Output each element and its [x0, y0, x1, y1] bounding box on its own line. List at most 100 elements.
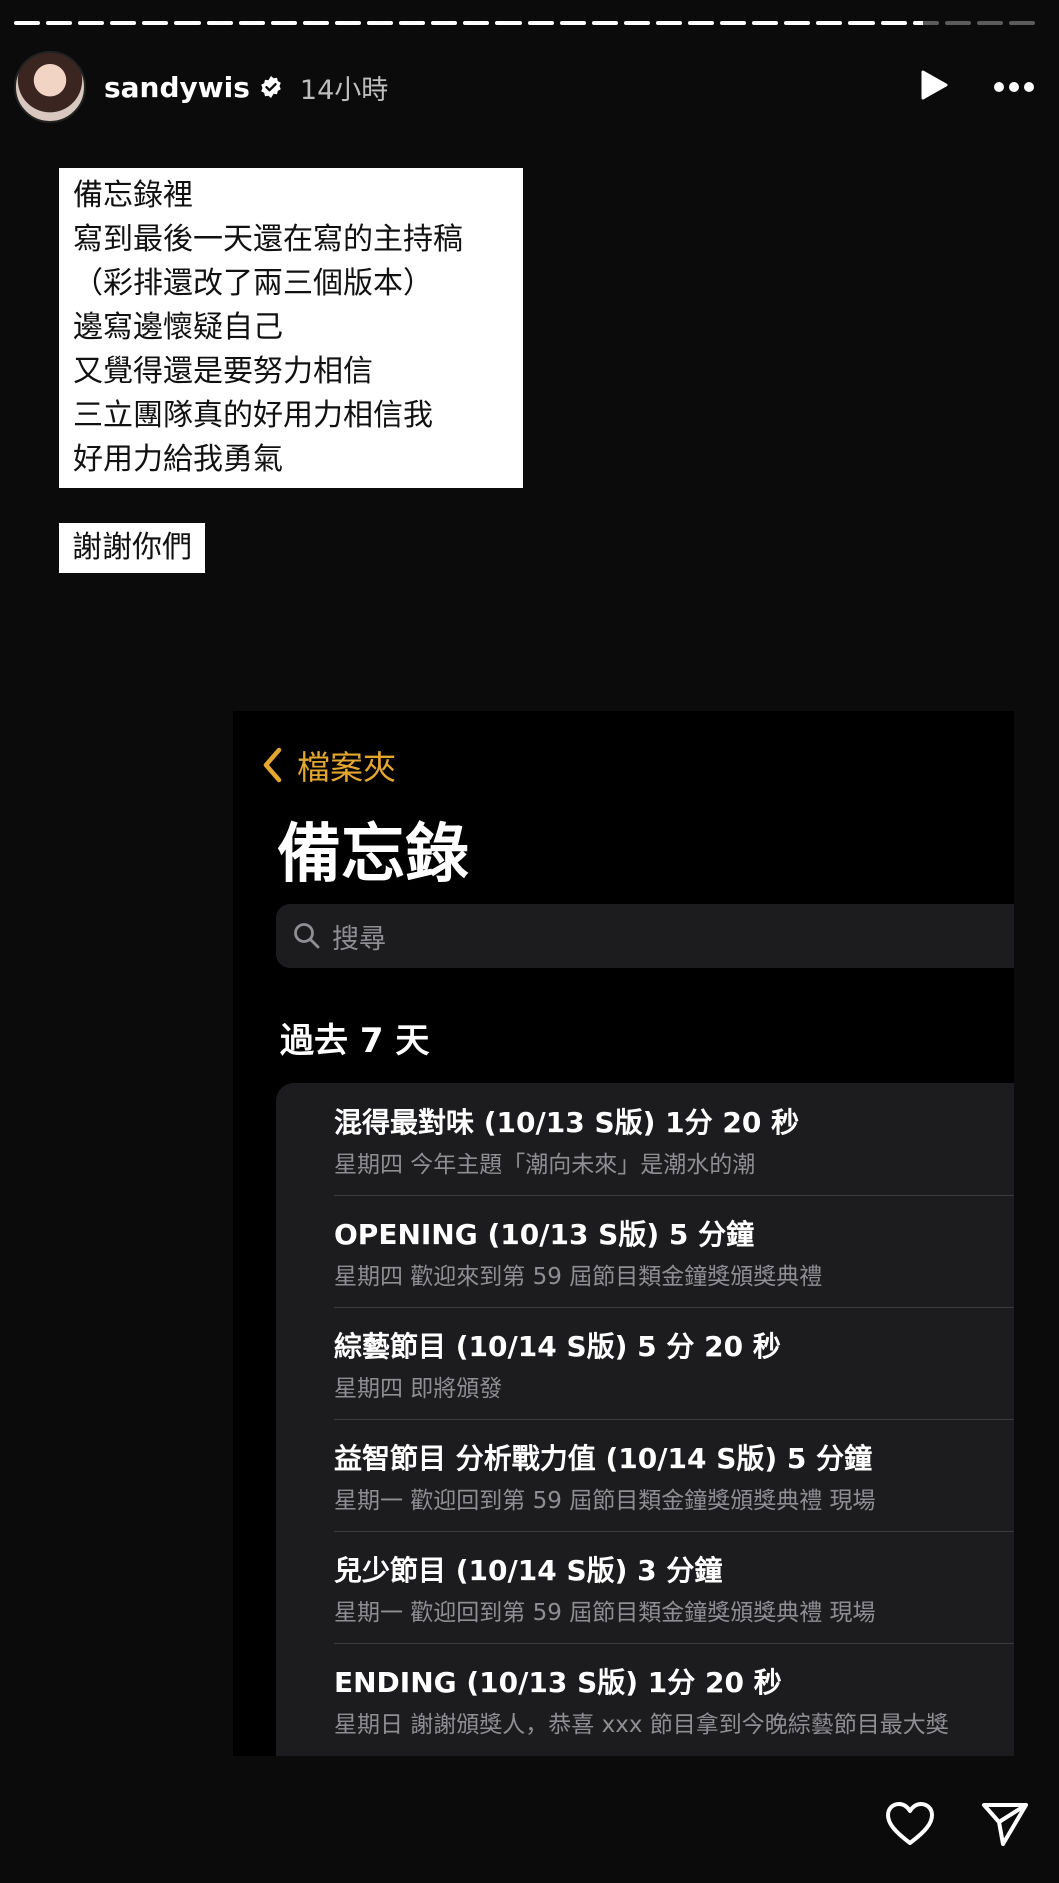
progress-fill	[495, 21, 522, 25]
progress-fill	[463, 21, 490, 25]
caption-line: 邊寫邊懷疑自己	[73, 310, 283, 345]
progress-fill	[302, 21, 329, 25]
progress-fill	[720, 21, 747, 25]
progress-segment	[334, 21, 362, 25]
progress-segment	[527, 21, 554, 25]
note-title: 混得最對味 (10/13 S版) 1分 20 秒	[334, 1106, 800, 1139]
progress-segment	[367, 21, 394, 25]
username[interactable]: sandywis	[104, 71, 250, 104]
progress-segment	[270, 21, 297, 25]
progress-segment	[142, 21, 169, 25]
more-icon[interactable]	[993, 78, 1035, 97]
send-icon[interactable]	[981, 1801, 1029, 1851]
story-header: sandywis 14小時	[14, 51, 1035, 123]
note-subtitle: 星期一 歡迎回到第 59 屆節目類金鐘獎頒獎典禮 現場	[334, 1600, 876, 1626]
progress-fill	[816, 21, 843, 25]
note-title: ENDING (10/13 S版) 1分 20 秒	[334, 1666, 782, 1699]
post-time: 14小時	[299, 74, 389, 106]
page-title: 備忘錄	[277, 818, 469, 892]
progress-segment	[912, 21, 939, 25]
progress-fill	[174, 21, 201, 25]
list-item[interactable]: ENDING (10/13 S版) 1分 20 秒 星期日 謝謝頒獎人，恭喜 x…	[334, 1643, 1014, 1755]
progress-segment	[174, 21, 201, 25]
progress-segment	[880, 21, 907, 25]
note-subtitle: 星期一 歡迎回到第 59 屆節目類金鐘獎頒獎典禮 現場	[334, 1488, 876, 1514]
note-title: 綜藝節目 (10/14 S版) 5 分 20 秒	[334, 1330, 781, 1363]
caption-line: 三立團隊真的好用力相信我	[73, 398, 433, 433]
progress-fill	[880, 21, 907, 25]
note-subtitle: 星期日 謝謝頒獎人，恭喜 xxx 節目拿到今晚綜藝節目最大獎	[334, 1712, 949, 1738]
progress-fill	[591, 21, 618, 25]
note-subtitle: 星期四 歡迎來到第 59 屆節目類金鐘獎頒獎典禮	[334, 1264, 823, 1290]
progress-segment	[816, 21, 843, 25]
heart-icon[interactable]	[885, 1801, 935, 1851]
list-item[interactable]: 混得最對味 (10/13 S版) 1分 20 秒 星期四 今年主題「潮向未來」是…	[334, 1083, 1014, 1195]
notes-screenshot: 檔案夾 備忘錄 搜尋 過去 7 天 混得最對味 (10/13 S版) 1分 20…	[233, 711, 1014, 1756]
list-item[interactable]: 綜藝節目 (10/14 S版) 5 分 20 秒 星期四 即將頒發	[334, 1307, 1014, 1419]
note-title: OPENING (10/13 S版) 5 分鐘	[334, 1218, 755, 1251]
progress-segment	[399, 21, 426, 25]
note-title: 益智節目 分析戰力值 (10/14 S版) 5 分鐘	[334, 1442, 873, 1475]
progress-fill	[238, 21, 265, 25]
progress-fill	[270, 21, 297, 25]
progress-segment	[302, 21, 329, 25]
caption-line: 寫到最後一天還在寫的主持稿	[73, 222, 463, 257]
search-icon	[294, 923, 320, 949]
progress-fill	[46, 21, 73, 25]
thanks-caption: 謝謝你們	[59, 523, 205, 573]
progress-segment	[238, 21, 265, 25]
progress-segment	[206, 21, 233, 25]
avatar[interactable]	[14, 51, 86, 123]
progress-fill	[14, 21, 41, 25]
chevron-left-icon	[263, 747, 282, 783]
search-input[interactable]: 搜尋	[276, 904, 1014, 968]
progress-segment	[752, 21, 779, 25]
note-title: 兒少節目 (10/14 S版) 3 分鐘	[334, 1554, 723, 1587]
progress-segment	[976, 21, 1003, 25]
progress-segment	[623, 21, 650, 25]
list-item[interactable]: 兒少節目 (10/14 S版) 3 分鐘 星期一 歡迎回到第 59 屆節目類金鐘…	[334, 1531, 1014, 1643]
progress-fill	[367, 21, 394, 25]
list-item[interactable]: OPENING (10/13 S版) 5 分鐘 星期四 歡迎來到第 59 屆節目…	[334, 1195, 1014, 1307]
progress-fill	[206, 21, 233, 25]
progress-segment	[655, 21, 682, 25]
note-subtitle: 星期四 即將頒發	[334, 1376, 503, 1402]
caption-line: （彩排還改了兩三個版本）	[73, 266, 433, 301]
progress-fill	[752, 21, 779, 25]
progress-fill	[848, 21, 875, 25]
progress-fill	[655, 21, 682, 25]
progress-fill	[334, 21, 362, 25]
progress-segment	[46, 21, 73, 25]
progress-fill	[527, 21, 554, 25]
progress-segment	[14, 21, 41, 25]
list-item[interactable]: 益智節目 分析戰力值 (10/14 S版) 5 分鐘 星期一 歡迎回到第 59 …	[334, 1419, 1014, 1531]
progress-segment	[944, 21, 971, 25]
back-button[interactable]: 檔案夾	[261, 741, 396, 789]
caption-line: 好用力給我勇氣	[73, 442, 283, 477]
progress-fill	[623, 21, 650, 25]
section-header: 過去 7 天	[280, 1021, 430, 1061]
progress-segment	[559, 21, 586, 25]
play-icon[interactable]	[919, 69, 949, 105]
caption-line: 備忘錄裡	[73, 178, 193, 213]
progress-segment	[784, 21, 811, 25]
progress-fill	[78, 21, 105, 25]
progress-segment	[720, 21, 747, 25]
caption-line: 又覺得還是要努力相信	[73, 354, 373, 389]
progress-segment	[495, 21, 522, 25]
progress-segment	[431, 21, 458, 25]
caption-box: 備忘錄裡 寫到最後一天還在寫的主持稿 （彩排還改了兩三個版本） 邊寫邊懷疑自己 …	[59, 168, 523, 488]
progress-fill	[431, 21, 458, 25]
progress-fill	[142, 21, 169, 25]
progress-fill	[399, 21, 426, 25]
progress-fill	[110, 21, 137, 25]
progress-segment	[463, 21, 490, 25]
progress-fill	[912, 21, 924, 25]
progress-segment	[78, 21, 105, 25]
story-progress	[14, 21, 1035, 25]
progress-segment	[687, 21, 715, 25]
search-placeholder: 搜尋	[332, 923, 386, 955]
progress-fill	[687, 21, 715, 25]
note-subtitle: 星期四 今年主題「潮向未來」是潮水的潮	[334, 1152, 756, 1178]
story-actions	[885, 1801, 1029, 1851]
